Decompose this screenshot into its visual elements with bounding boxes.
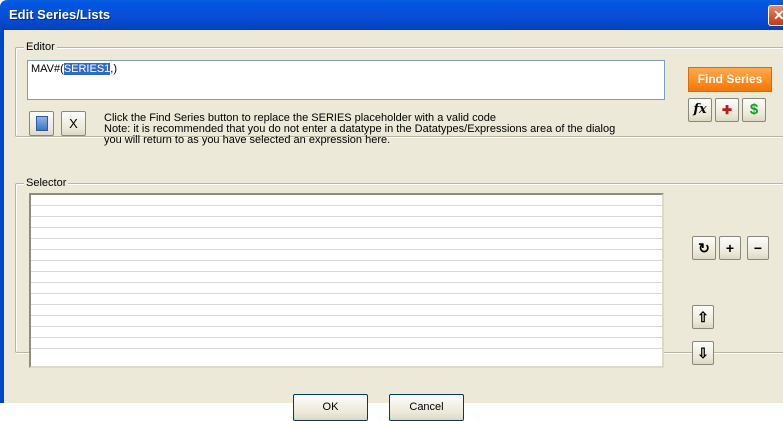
remove-item-button[interactable]: − — [747, 236, 769, 260]
expression-prefix: MAV#( — [31, 63, 64, 75]
help-text: Click the Find Series button to replace … — [104, 113, 615, 146]
list-row[interactable] — [31, 206, 662, 217]
list-row[interactable] — [31, 261, 662, 272]
list-row[interactable] — [31, 272, 662, 283]
expression-suffix: ,) — [110, 63, 118, 75]
selector-list[interactable] — [29, 193, 664, 368]
expression-editor[interactable]: MAV#(SERIES1,) — [27, 60, 665, 100]
dollar-icon: $ — [749, 101, 759, 118]
list-row[interactable] — [31, 305, 662, 316]
list-row[interactable] — [31, 316, 662, 327]
currency-button[interactable]: $ — [742, 98, 766, 122]
move-down-button[interactable]: ⇩ — [692, 341, 714, 365]
list-row[interactable] — [31, 283, 662, 294]
spell-check-icon: ✚ — [721, 103, 733, 117]
list-row[interactable] — [31, 195, 662, 206]
document-icon — [36, 116, 48, 131]
editor-legend: Editor — [24, 41, 57, 53]
refresh-button[interactable]: ↻ — [692, 236, 716, 260]
copy-button[interactable] — [29, 111, 54, 136]
list-row[interactable] — [31, 327, 662, 338]
selector-legend: Selector — [24, 177, 69, 189]
edit-series-dialog: Edit Series/Lists ✕ Editor MAV#(SERIES1,… — [0, 0, 783, 421]
add-item-button[interactable]: + — [719, 236, 741, 260]
cancel-button[interactable]: Cancel — [389, 394, 464, 421]
ok-button[interactable]: OK — [293, 394, 368, 421]
list-row[interactable] — [31, 250, 662, 261]
close-button[interactable]: ✕ — [768, 5, 783, 26]
arrow-up-icon: ⇧ — [697, 309, 709, 325]
dialog-body: Editor MAV#(SERIES1,) Find Series fx ✚ $… — [4, 30, 783, 421]
fx-icon: fx — [693, 102, 707, 117]
move-up-button[interactable]: ⇧ — [692, 305, 714, 329]
list-row[interactable] — [31, 338, 662, 349]
title-bar[interactable]: Edit Series/Lists ✕ — [0, 0, 783, 30]
refresh-icon: ↻ — [698, 240, 710, 256]
window-title: Edit Series/Lists — [9, 7, 111, 22]
find-series-button[interactable]: Find Series — [688, 67, 772, 92]
list-row[interactable] — [31, 217, 662, 228]
list-row[interactable] — [31, 239, 662, 250]
arrow-down-icon: ⇩ — [697, 345, 709, 361]
help-line: you will return to as you have selected … — [104, 134, 391, 146]
list-row[interactable] — [31, 294, 662, 305]
clear-button[interactable]: X — [61, 111, 86, 136]
function-button[interactable]: fx — [688, 98, 712, 122]
expression-selected-placeholder: SERIES1 — [63, 63, 111, 75]
close-icon: ✕ — [773, 7, 783, 23]
list-row[interactable] — [31, 228, 662, 239]
spell-check-button[interactable]: ✚ — [715, 98, 739, 122]
